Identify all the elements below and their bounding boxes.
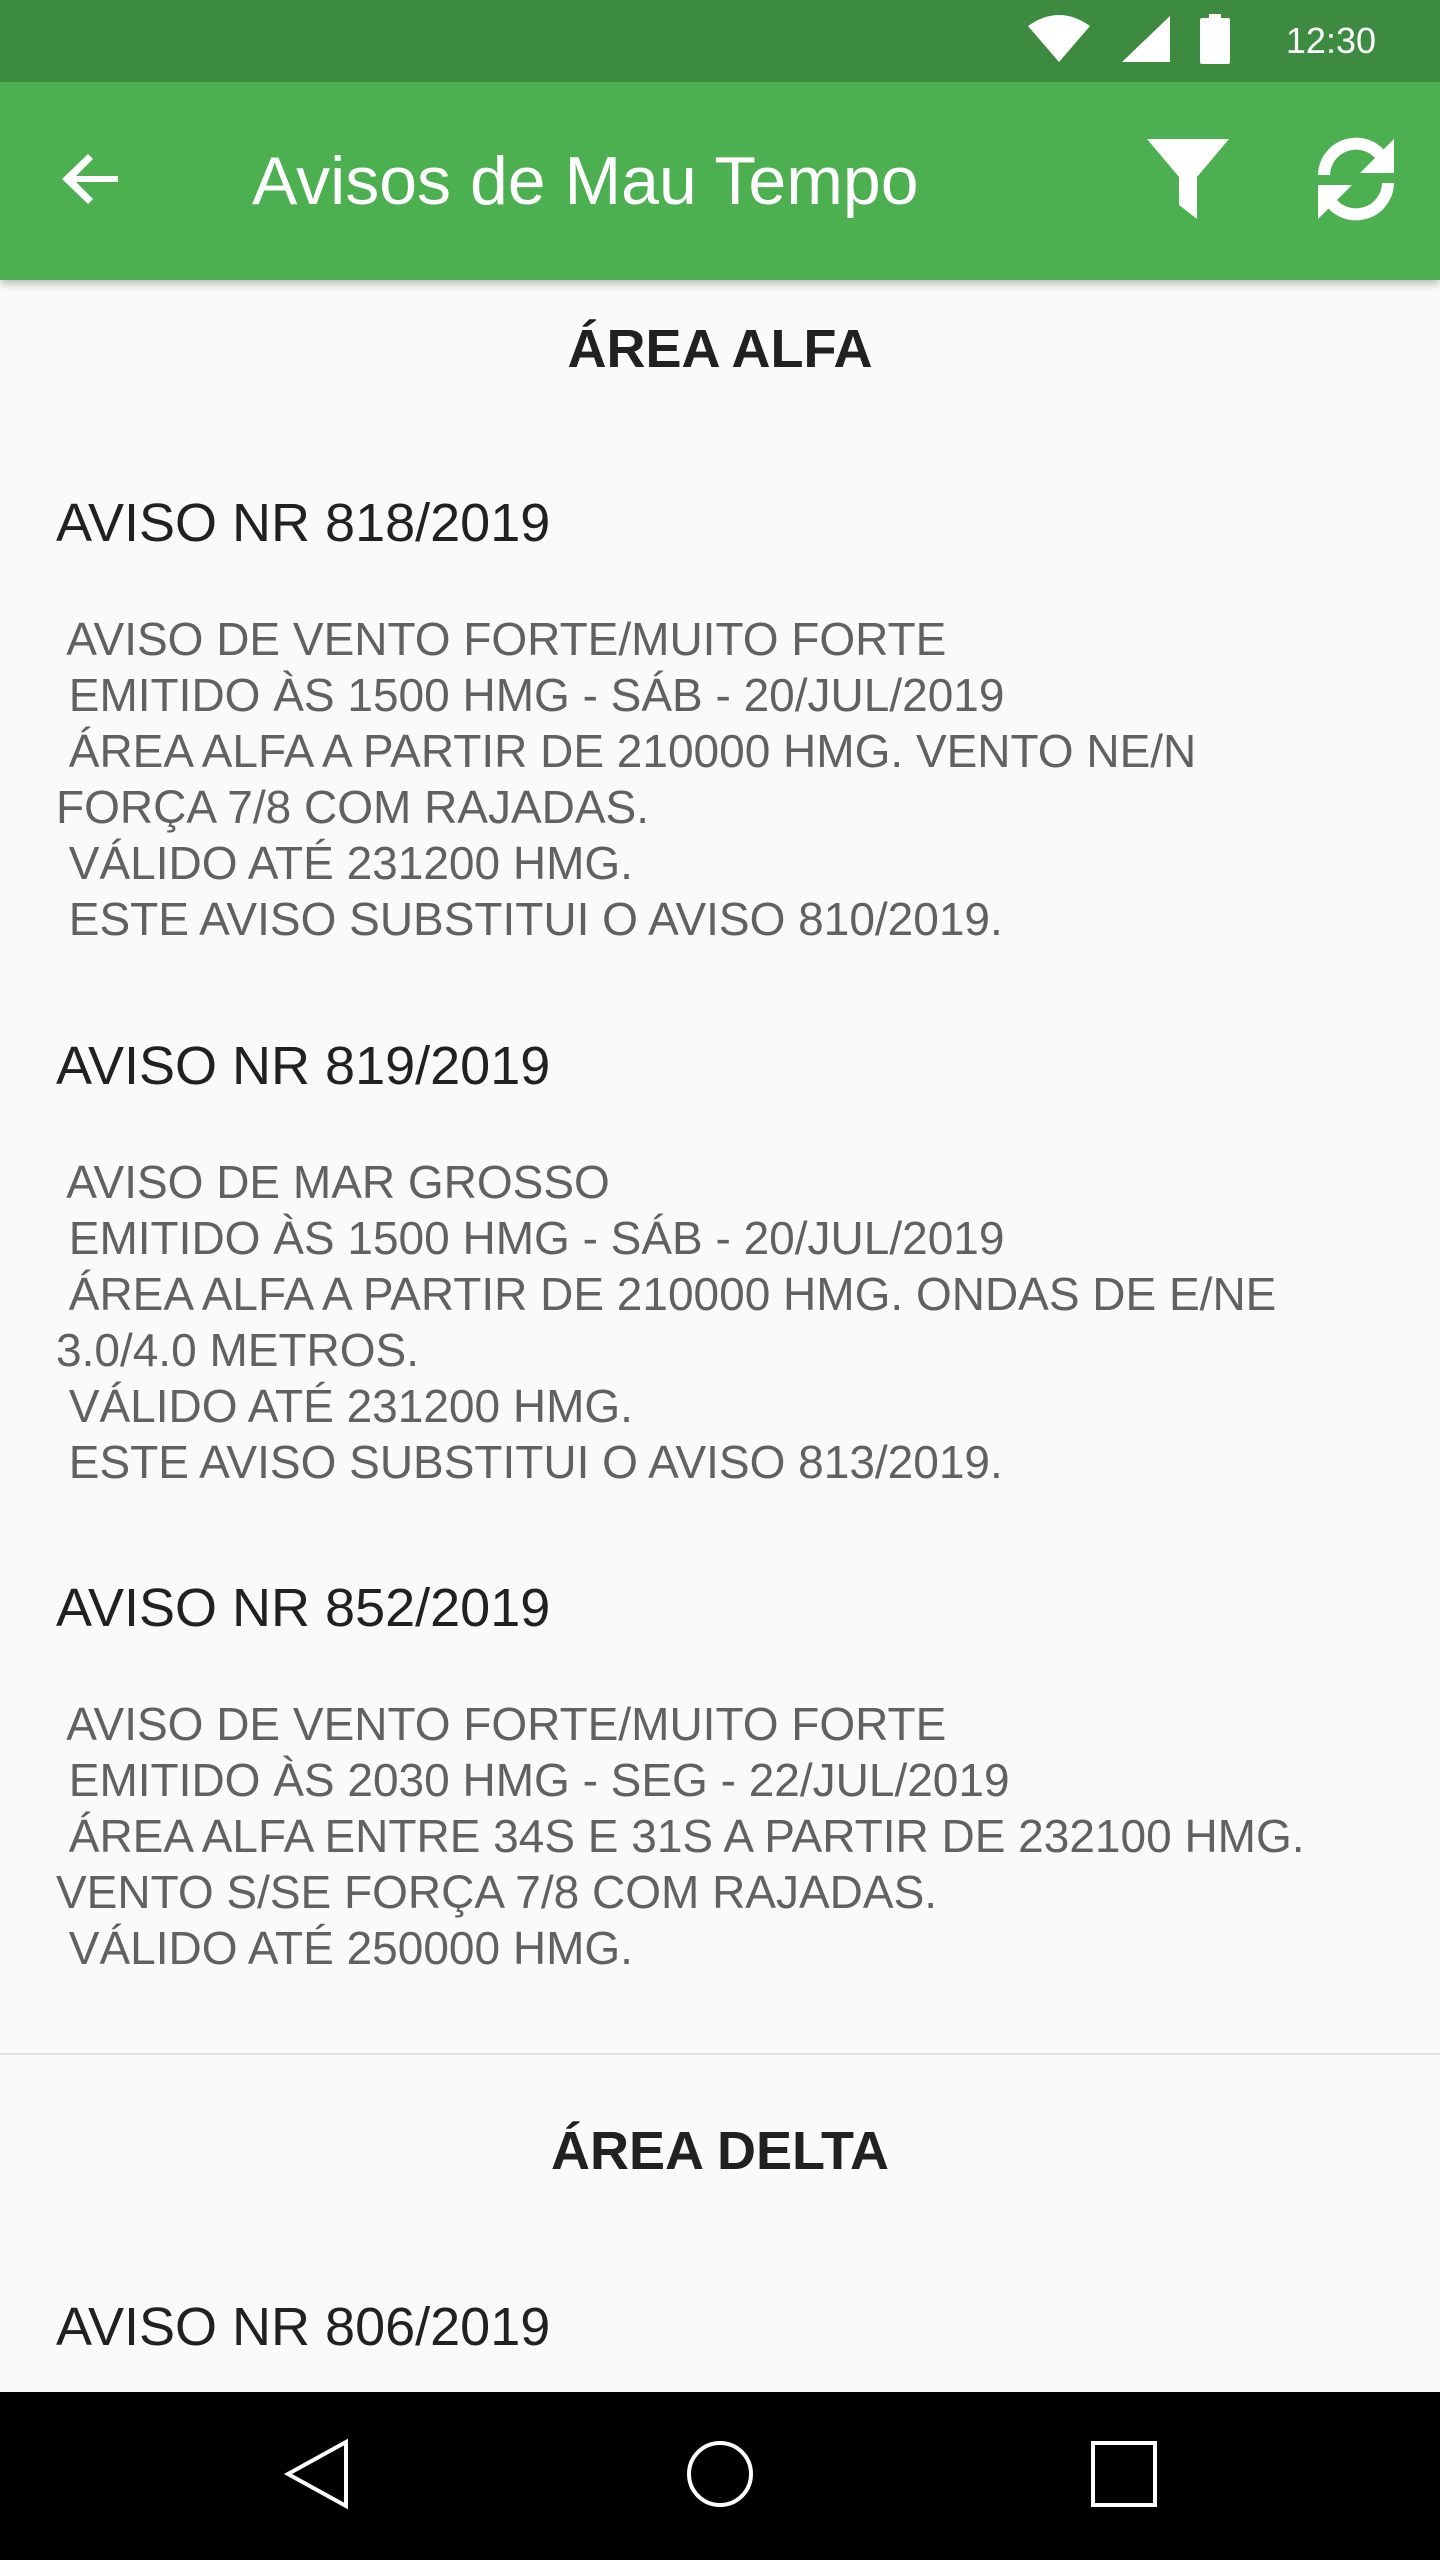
warning-line: ÁREA ALFA A PARTIR DE 210000 HMG. VENTO … <box>56 725 1197 777</box>
warning-title: AVISO NR 818/2019 <box>56 493 551 553</box>
warning-body: AVISO DE VENTO FORTE/MUITO FORTE EMITIDO… <box>56 611 1386 947</box>
app-bar: Avisos de Mau Tempo <box>0 82 1440 280</box>
nav-home-button[interactable] <box>670 2426 770 2526</box>
warning-line: VÁLIDO ATÉ 231200 HMG. <box>56 837 633 889</box>
area-heading-alfa: ÁREA ALFA <box>567 319 873 379</box>
warning-title: AVISO NR 852/2019 <box>56 1578 551 1638</box>
warning-line: ÁREA ALFA ENTRE 34S E 31S A PARTIR DE 23… <box>56 1810 1305 1862</box>
warning-line: AVISO DE MAR GROSSO <box>56 1156 610 1208</box>
system-nav-bar <box>0 2392 1440 2560</box>
warning-line: EMITIDO ÀS 2030 HMG - SEG - 22/JUL/2019 <box>56 1754 1010 1806</box>
warning-line: ÁREA ALFA A PARTIR DE 210000 HMG. ONDAS … <box>56 1268 1277 1320</box>
area-heading-delta: ÁREA DELTA <box>551 2121 889 2181</box>
back-triangle-icon <box>282 2438 354 2515</box>
app-title: Avisos de Mau Tempo <box>252 143 919 219</box>
nav-recents-button[interactable] <box>1074 2426 1174 2526</box>
warning-line: FORÇA 7/8 COM RAJADAS. <box>56 781 650 833</box>
warning-line: ESTE AVISO SUBSTITUI O AVISO 810/2019. <box>56 893 1003 945</box>
arrow-left-icon <box>60 147 124 216</box>
warning-line: EMITIDO ÀS 1500 HMG - SÁB - 20/JUL/2019 <box>56 1212 1005 1264</box>
refresh-icon <box>1312 135 1400 228</box>
cell-signal-icon <box>1118 14 1172 69</box>
home-circle-icon <box>684 2438 756 2515</box>
warning-body: AVISO DE VENTO FORTE/MUITO FORTE EMITIDO… <box>56 1696 1386 1976</box>
warning-line: EMITIDO ÀS 1500 HMG - SÁB - 20/JUL/2019 <box>56 669 1005 721</box>
nav-back-button[interactable] <box>268 2426 368 2526</box>
recents-square-icon <box>1088 2438 1160 2515</box>
warning-line: 3.0/4.0 METROS. <box>56 1324 420 1376</box>
status-bar: 12:30 <box>0 0 1440 82</box>
refresh-button[interactable] <box>1298 129 1414 233</box>
warning-body: AVISO DE MAR GROSSO EMITIDO ÀS 1500 HMG … <box>56 1154 1386 1490</box>
status-time: 12:30 <box>1285 20 1376 61</box>
warning-line: VÁLIDO ATÉ 231200 HMG. <box>56 1380 633 1432</box>
warning-line: VÁLIDO ATÉ 250000 HMG. <box>56 1922 633 1974</box>
battery-icon <box>1198 13 1232 69</box>
area-divider <box>0 2053 1440 2055</box>
back-button[interactable] <box>40 129 144 233</box>
warning-line: ESTE AVISO SUBSTITUI O AVISO 813/2019. <box>56 1436 1003 1488</box>
warning-title: AVISO NR 819/2019 <box>56 1036 551 1096</box>
filter-icon <box>1145 137 1231 226</box>
warning-line: AVISO DE VENTO FORTE/MUITO FORTE <box>56 613 947 665</box>
warning-title: AVISO NR 806/2019 <box>56 2297 551 2357</box>
warnings-list[interactable]: ÁREA ALFA AVISO NR 818/2019 AVISO DE VEN… <box>0 280 1440 2392</box>
wifi-icon <box>1026 14 1092 69</box>
warning-line: VENTO S/SE FORÇA 7/8 COM RAJADAS. <box>56 1866 938 1918</box>
filter-button[interactable] <box>1130 129 1246 233</box>
status-icons: 12:30 <box>1026 0 1376 82</box>
warning-line: AVISO DE VENTO FORTE/MUITO FORTE <box>56 1698 947 1750</box>
